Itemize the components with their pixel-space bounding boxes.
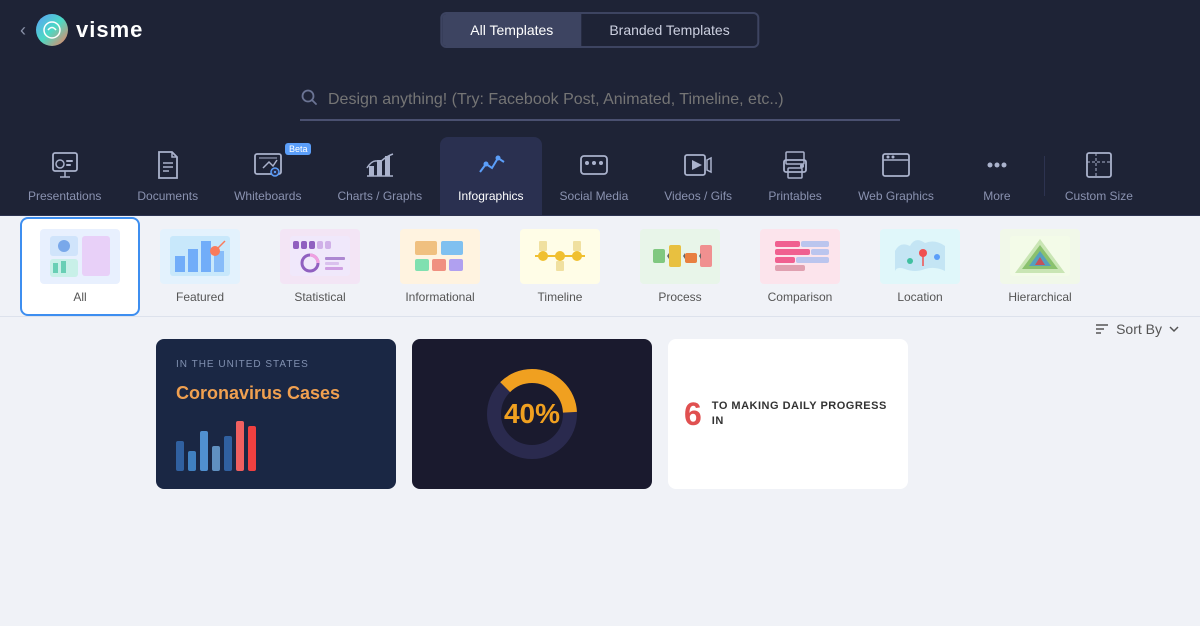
sub-category-bar: All Featured: [0, 216, 1200, 316]
sub-cat-location[interactable]: Location: [860, 217, 980, 316]
printables-label: Printables: [768, 189, 821, 203]
branded-templates-button[interactable]: Branded Templates: [581, 14, 757, 46]
top-bar: ‹ visme All Templates Branded Templates: [0, 0, 1200, 60]
category-custom[interactable]: Custom Size: [1047, 137, 1151, 215]
videos-label: Videos / Gifs: [664, 189, 732, 203]
category-more[interactable]: More: [952, 137, 1042, 215]
card-daily-progress[interactable]: 6 TO MAKING DAILY PROGRESS IN: [668, 339, 908, 489]
sub-cat-statistical-label: Statistical: [294, 290, 345, 304]
search-section: [0, 60, 1200, 137]
more-label: More: [983, 189, 1010, 203]
sub-cat-hierarchical-thumb: [1000, 229, 1080, 284]
sub-cat-statistical-thumb: [280, 229, 360, 284]
search-bar: [300, 80, 900, 121]
documents-icon: [150, 147, 186, 183]
sub-cat-timeline[interactable]: Timeline: [500, 217, 620, 316]
sub-cat-all-thumb: [40, 229, 120, 284]
sub-cat-process-label: Process: [658, 290, 701, 304]
sub-cat-location-thumb: [880, 229, 960, 284]
sub-cat-featured[interactable]: Featured: [140, 217, 260, 316]
web-label: Web Graphics: [858, 189, 934, 203]
sub-cat-process[interactable]: Process: [620, 217, 740, 316]
sub-cat-comparison[interactable]: Comparison: [740, 217, 860, 316]
custom-icon: [1081, 147, 1117, 183]
card-progress-number: 6: [684, 396, 702, 433]
search-icon: [300, 88, 318, 111]
sub-cat-hierarchical-label: Hierarchical: [1008, 290, 1071, 304]
sub-cat-timeline-thumb: [520, 229, 600, 284]
card-coronavirus[interactable]: IN THE UNITED STATES Coronavirus Cases: [156, 339, 396, 489]
sort-label: Sort By: [1116, 321, 1162, 337]
sub-cat-process-thumb: [640, 229, 720, 284]
category-whiteboards[interactable]: Beta Whiteboards: [216, 137, 319, 215]
social-icon: [576, 147, 612, 183]
presentations-label: Presentations: [28, 189, 101, 203]
sub-cat-informational-label: Informational: [405, 290, 474, 304]
whiteboards-icon: [250, 147, 286, 183]
card-corona-title: Coronavirus Cases: [176, 382, 376, 405]
sub-cat-informational[interactable]: Informational: [380, 217, 500, 316]
category-web[interactable]: Web Graphics: [840, 137, 952, 215]
logo-text: visme: [76, 17, 143, 43]
more-icon: [979, 147, 1015, 183]
printables-icon: [777, 147, 813, 183]
all-templates-button[interactable]: All Templates: [442, 14, 581, 46]
logo-icon: [36, 14, 68, 46]
infographics-icon: [473, 147, 509, 183]
template-toggle: All Templates Branded Templates: [440, 12, 759, 48]
presentations-icon: [47, 147, 83, 183]
sort-button[interactable]: Sort By: [1094, 321, 1180, 337]
videos-icon: [680, 147, 716, 183]
category-videos[interactable]: Videos / Gifs: [646, 137, 750, 215]
charts-label: Charts / Graphs: [337, 189, 422, 203]
beta-badge: Beta: [285, 143, 312, 155]
sub-cat-featured-label: Featured: [176, 290, 224, 304]
spacer-left: [20, 339, 140, 489]
sub-cat-location-label: Location: [897, 290, 942, 304]
cat-separator: [1044, 156, 1045, 196]
sub-cat-informational-thumb: [400, 229, 480, 284]
whiteboards-label: Whiteboards: [234, 189, 301, 203]
category-printables[interactable]: Printables: [750, 137, 840, 215]
sub-cat-all[interactable]: All: [20, 217, 140, 316]
sub-cat-hierarchical[interactable]: Hierarchical: [980, 217, 1100, 316]
sub-cat-statistical[interactable]: Statistical: [260, 217, 380, 316]
sub-cat-timeline-label: Timeline: [538, 290, 583, 304]
sub-cat-featured-thumb: [160, 229, 240, 284]
card-40percent[interactable]: 40%: [412, 339, 652, 489]
main-content: All Featured: [0, 216, 1200, 626]
web-icon: [878, 147, 914, 183]
infographics-label: Infographics: [458, 189, 523, 203]
card-progress-title: TO MAKING DAILY PROGRESS IN: [712, 399, 892, 430]
category-infographics[interactable]: Infographics: [440, 137, 541, 215]
custom-label: Custom Size: [1065, 189, 1133, 203]
category-presentations[interactable]: Presentations: [10, 137, 119, 215]
sub-cat-comparison-label: Comparison: [768, 290, 833, 304]
category-documents[interactable]: Documents: [119, 137, 216, 215]
search-input[interactable]: [328, 91, 900, 109]
sub-cat-comparison-thumb: [760, 229, 840, 284]
charts-icon: [362, 147, 398, 183]
social-label: Social Media: [560, 189, 629, 203]
card-percent-text: 40%: [504, 398, 560, 430]
category-nav: Presentations Documents Beta: [0, 137, 1200, 216]
documents-label: Documents: [137, 189, 198, 203]
category-charts[interactable]: Charts / Graphs: [319, 137, 440, 215]
card-corona-subtitle: IN THE UNITED STATES: [176, 359, 376, 370]
cards-row: IN THE UNITED STATES Coronavirus Cases: [0, 339, 1200, 499]
sub-cat-all-label: All: [73, 290, 86, 304]
back-button[interactable]: ‹: [20, 20, 26, 41]
logo-area: visme: [36, 14, 143, 46]
category-social[interactable]: Social Media: [542, 137, 647, 215]
